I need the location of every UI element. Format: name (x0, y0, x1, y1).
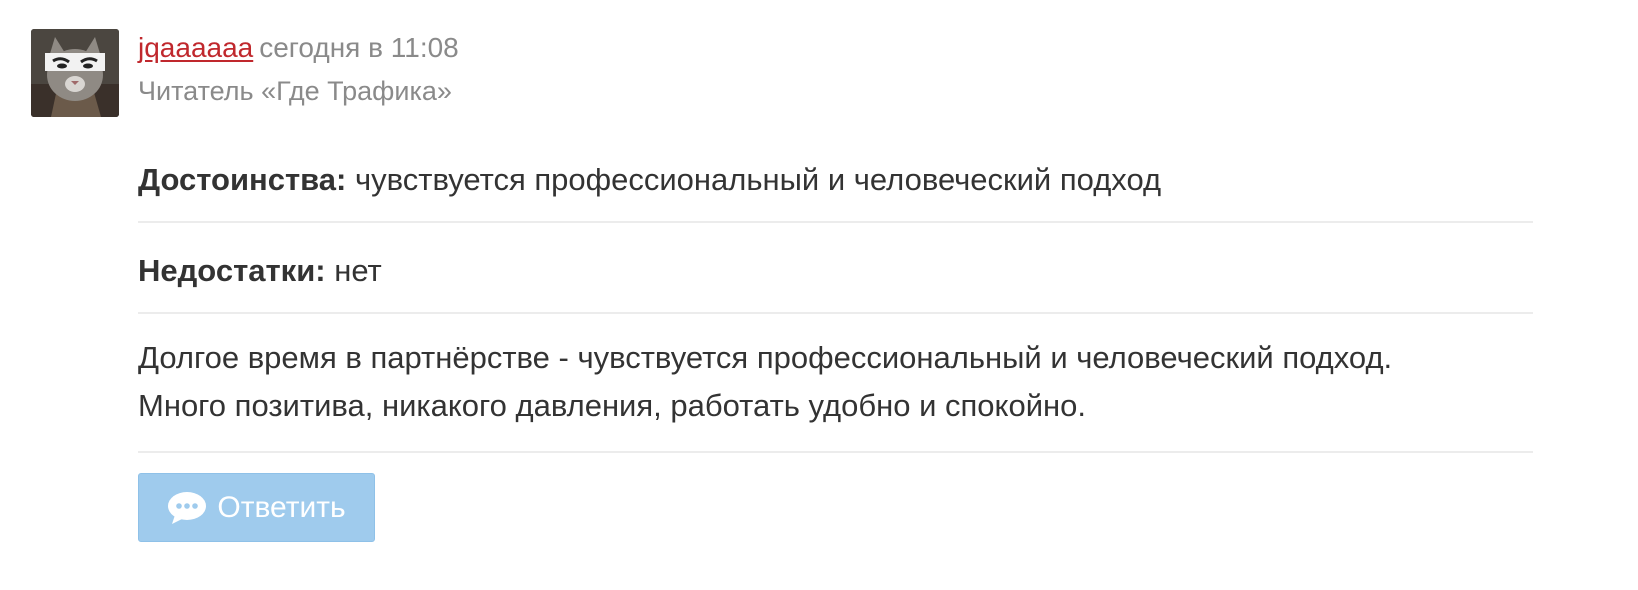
comment-line: Много позитива, никакого давления, работ… (138, 388, 1086, 423)
cons-block: Недостатки: нет (138, 223, 1533, 314)
pros-text: чувствуется профессиональный и человечес… (354, 162, 1162, 197)
pros-label: Достоинства: (138, 162, 347, 197)
author-meta: jqaaaaaa сегодня в 11:08 Читатель «Где Тр… (138, 28, 459, 111)
cat-avatar-icon (31, 29, 119, 117)
comment-block: Долгое время в партнёрстве - чувствуется… (138, 314, 1533, 453)
username-link[interactable]: jqaaaaaa (138, 32, 253, 63)
review-content: Достоинства: чувствуется профессиональны… (138, 152, 1533, 453)
author-role: Читатель «Где Трафика» (138, 76, 452, 106)
review-card: jqaaaaaa сегодня в 11:08 Читатель «Где Тр… (0, 0, 1638, 590)
cons-text: нет (334, 253, 382, 288)
pros-block: Достоинства: чувствуется профессиональны… (138, 152, 1533, 223)
post-date: сегодня в 11:08 (259, 32, 459, 63)
speech-bubble-icon (167, 491, 207, 525)
comment-line: Долгое время в партнёрстве - чувствуется… (138, 340, 1393, 375)
reply-button[interactable]: Ответить (138, 473, 375, 542)
cons-label: Недостатки: (138, 253, 326, 288)
reply-button-label: Ответить (217, 490, 346, 524)
avatar[interactable] (31, 29, 119, 117)
author-line: jqaaaaaa сегодня в 11:08 (138, 28, 459, 68)
